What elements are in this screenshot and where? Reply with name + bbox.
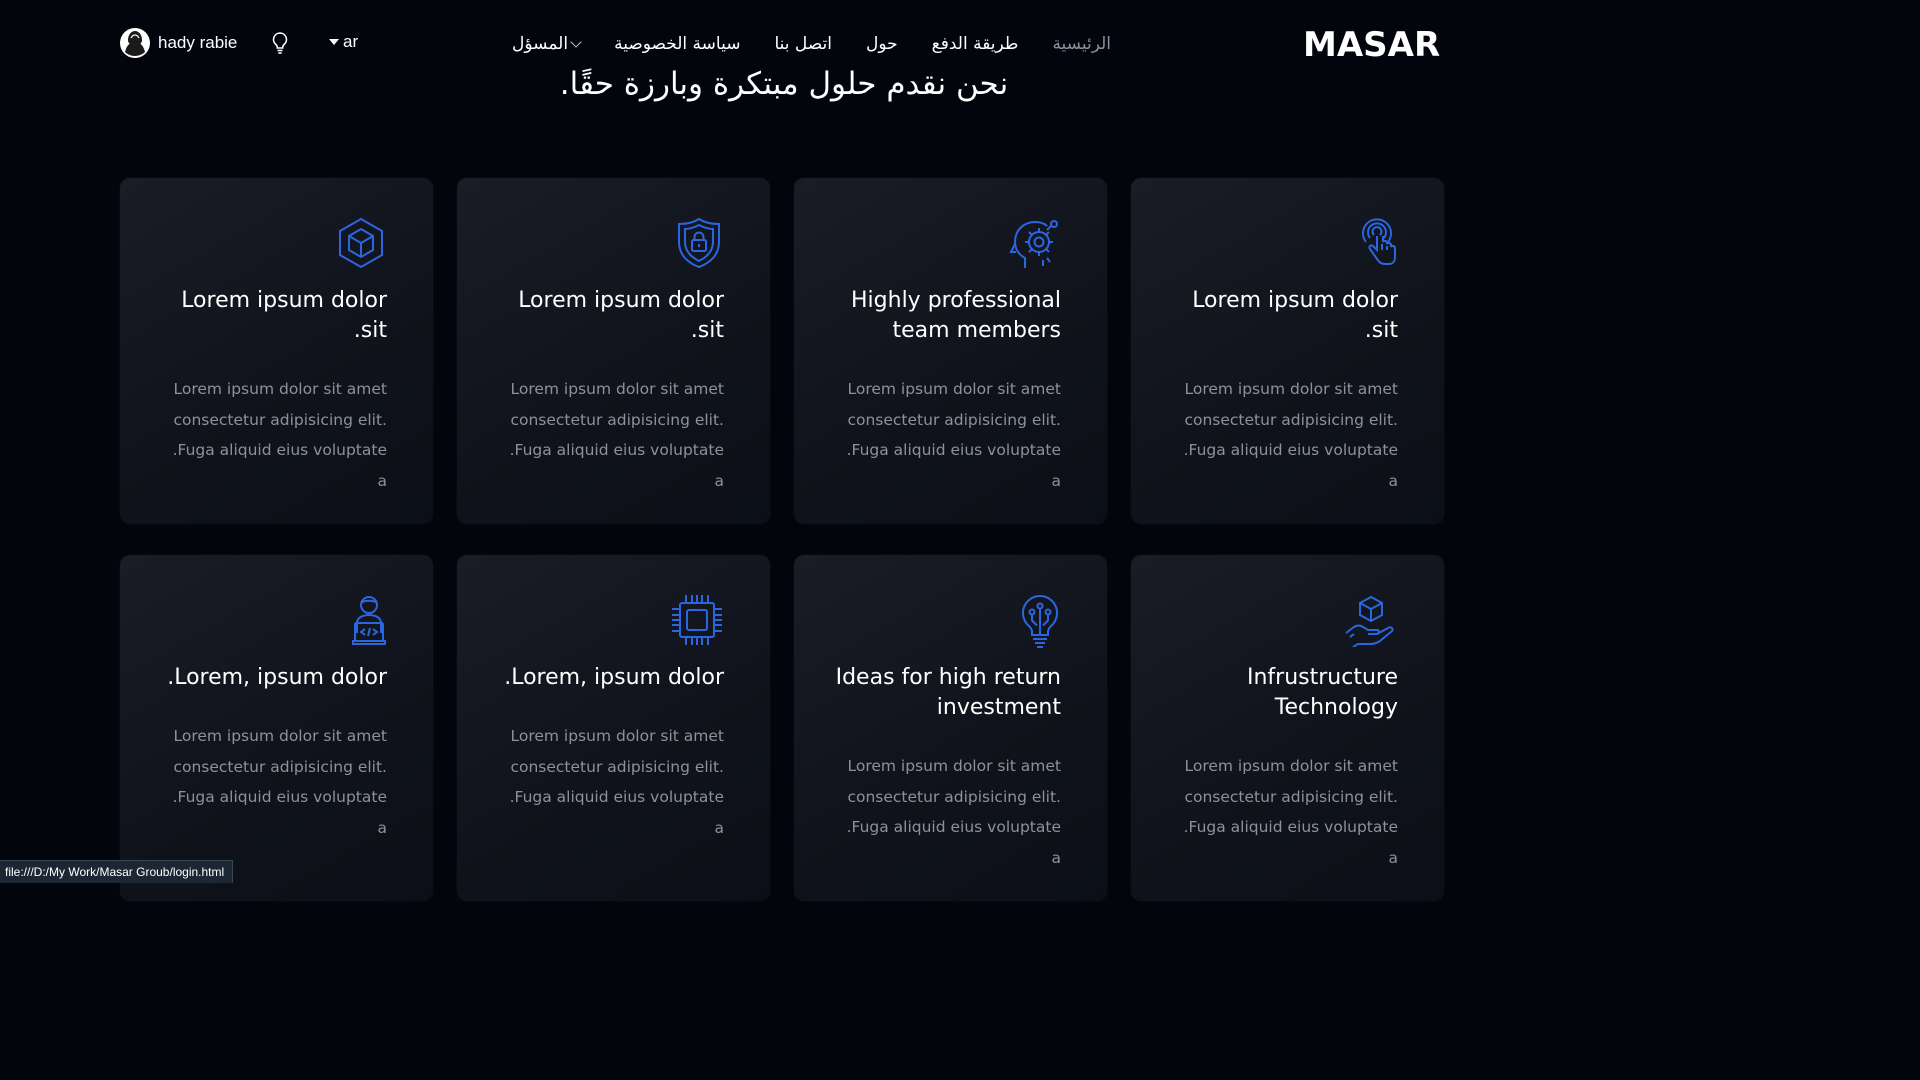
desc-line: consectetur adipisicing elit. bbox=[510, 410, 724, 429]
desc-line: .Fuga aliquid eius voluptate a bbox=[509, 441, 724, 490]
feature-card: Lorem ipsum dolor .sit Lorem ipsum dolor… bbox=[1131, 178, 1444, 524]
avatar bbox=[120, 28, 150, 58]
user-name: hady rabie bbox=[158, 33, 238, 52]
feature-card: Infrustructure Technology Lorem ipsum do… bbox=[1131, 555, 1444, 901]
cube-hexagon-icon bbox=[339, 217, 383, 269]
desc-line: .Fuga aliquid eius voluptate a bbox=[509, 788, 724, 837]
desc-line: Lorem ipsum dolor sit amet bbox=[1184, 380, 1398, 398]
desc-line: consectetur adipisicing elit. bbox=[1184, 410, 1398, 429]
feature-title: .Lorem, ipsum dolor bbox=[167, 665, 387, 690]
caret-down-icon bbox=[329, 39, 339, 45]
nav-item-about[interactable]: حول bbox=[866, 34, 898, 54]
feature-description: Lorem ipsum dolor sit amet consectetur a… bbox=[834, 751, 1061, 873]
nav-item-payment-method[interactable]: طريقة الدفع bbox=[932, 34, 1019, 54]
desc-line: .Fuga aliquid eius voluptate a bbox=[172, 788, 387, 837]
nav-item-privacy-policy[interactable]: سياسة الخصوصية bbox=[614, 34, 740, 54]
masar-logo[interactable]: MASAR bbox=[1303, 26, 1440, 64]
page-headline: نحن نقدم حلول مبتكرة وبارزة حقًا. bbox=[559, 66, 1009, 102]
desc-line: consectetur adipisicing elit. bbox=[1184, 787, 1398, 806]
shield-lock-icon bbox=[678, 217, 720, 269]
feature-description: Lorem ipsum dolor sit amet consectetur a… bbox=[497, 374, 724, 496]
developer-icon bbox=[352, 596, 386, 645]
feature-title: .Lorem, ipsum dolor bbox=[504, 665, 724, 690]
desc-line: consectetur adipisicing elit. bbox=[510, 757, 724, 776]
desc-line: Lorem ipsum dolor sit amet bbox=[173, 380, 387, 398]
nav-item-admin-label: المسؤل bbox=[512, 34, 569, 54]
theme-toggle-lightbulb-icon[interactable] bbox=[270, 31, 290, 59]
desc-line: .Fuga aliquid eius voluptate a bbox=[846, 441, 1061, 490]
language-selector[interactable]: ar bbox=[329, 32, 358, 52]
desc-line: Lorem ipsum dolor sit amet bbox=[510, 727, 724, 745]
feature-card: Lorem ipsum dolor .sit Lorem ipsum dolor… bbox=[120, 178, 433, 524]
chevron-down-icon bbox=[570, 35, 582, 48]
feature-card: Ideas for high return investment Lorem i… bbox=[794, 555, 1107, 901]
nav-item-home[interactable]: الرئيسية bbox=[1052, 34, 1111, 54]
desc-line: Lorem ipsum dolor sit amet bbox=[173, 727, 387, 745]
desc-line: .Fuga aliquid eius voluptate a bbox=[1183, 818, 1398, 867]
feature-title: Infrustructure Technology bbox=[1246, 665, 1398, 720]
desc-line: Lorem ipsum dolor sit amet bbox=[1184, 757, 1398, 775]
feature-description: Lorem ipsum dolor sit amet consectetur a… bbox=[834, 374, 1061, 496]
feature-description: Lorem ipsum dolor sit amet consectetur a… bbox=[1171, 751, 1398, 873]
main-menu: الرئيسية طريقة الدفع حول اتصل بنا سياسة … bbox=[512, 30, 1111, 58]
feature-description: Lorem ipsum dolor sit amet consectetur a… bbox=[497, 721, 724, 843]
feature-title: Highly professional team members bbox=[851, 288, 1061, 343]
desc-line: consectetur adipisicing elit. bbox=[173, 757, 387, 776]
nav-item-admin-dropdown[interactable]: المسؤل bbox=[512, 34, 582, 54]
desc-line: Lorem ipsum dolor sit amet bbox=[847, 380, 1061, 398]
feature-title: Lorem ipsum dolor .sit bbox=[518, 288, 724, 343]
feature-card: .Lorem, ipsum dolor Lorem ipsum dolor si… bbox=[120, 555, 433, 901]
user-menu[interactable]: hady rabie bbox=[119, 27, 237, 59]
feature-card: .Lorem, ipsum dolor Lorem ipsum dolor si… bbox=[457, 555, 770, 901]
desc-line: Lorem ipsum dolor sit amet bbox=[847, 757, 1061, 775]
desc-line: consectetur adipisicing elit. bbox=[847, 787, 1061, 806]
desc-line: .Fuga aliquid eius voluptate a bbox=[172, 441, 387, 490]
feature-title: Lorem ipsum dolor .sit bbox=[1192, 288, 1398, 343]
feature-title: Lorem ipsum dolor .sit bbox=[181, 288, 387, 343]
feature-description: Lorem ipsum dolor sit amet consectetur a… bbox=[160, 374, 387, 496]
feature-card: Highly professional team members Lorem i… bbox=[794, 178, 1107, 524]
head-gear-icon bbox=[1009, 220, 1058, 268]
feature-card: Lorem ipsum dolor .sit Lorem ipsum dolor… bbox=[457, 178, 770, 524]
desc-line: Lorem ipsum dolor sit amet bbox=[510, 380, 724, 398]
desc-line: .Fuga aliquid eius voluptate a bbox=[1183, 441, 1398, 490]
fingerprint-touch-icon bbox=[1362, 218, 1396, 265]
nav-item-contact[interactable]: اتصل بنا bbox=[774, 34, 832, 54]
desc-line: .Fuga aliquid eius voluptate a bbox=[846, 818, 1061, 867]
feature-description: Lorem ipsum dolor sit amet consectetur a… bbox=[160, 721, 387, 843]
language-label: ar bbox=[343, 32, 359, 51]
desc-line: consectetur adipisicing elit. bbox=[173, 410, 387, 429]
hand-cube-icon bbox=[1345, 595, 1394, 647]
desc-line: consectetur adipisicing elit. bbox=[847, 410, 1061, 429]
feature-description: Lorem ipsum dolor sit amet consectetur a… bbox=[1171, 374, 1398, 496]
features-grid: Lorem ipsum dolor .sit Lorem ipsum dolor… bbox=[120, 178, 1444, 901]
feature-title: Ideas for high return investment bbox=[835, 665, 1061, 720]
lightbulb-circuit-icon bbox=[1021, 594, 1059, 648]
chip-icon bbox=[672, 595, 722, 645]
browser-status-url: file:///D:/My Work/Masar Groub/login.htm… bbox=[0, 860, 234, 883]
